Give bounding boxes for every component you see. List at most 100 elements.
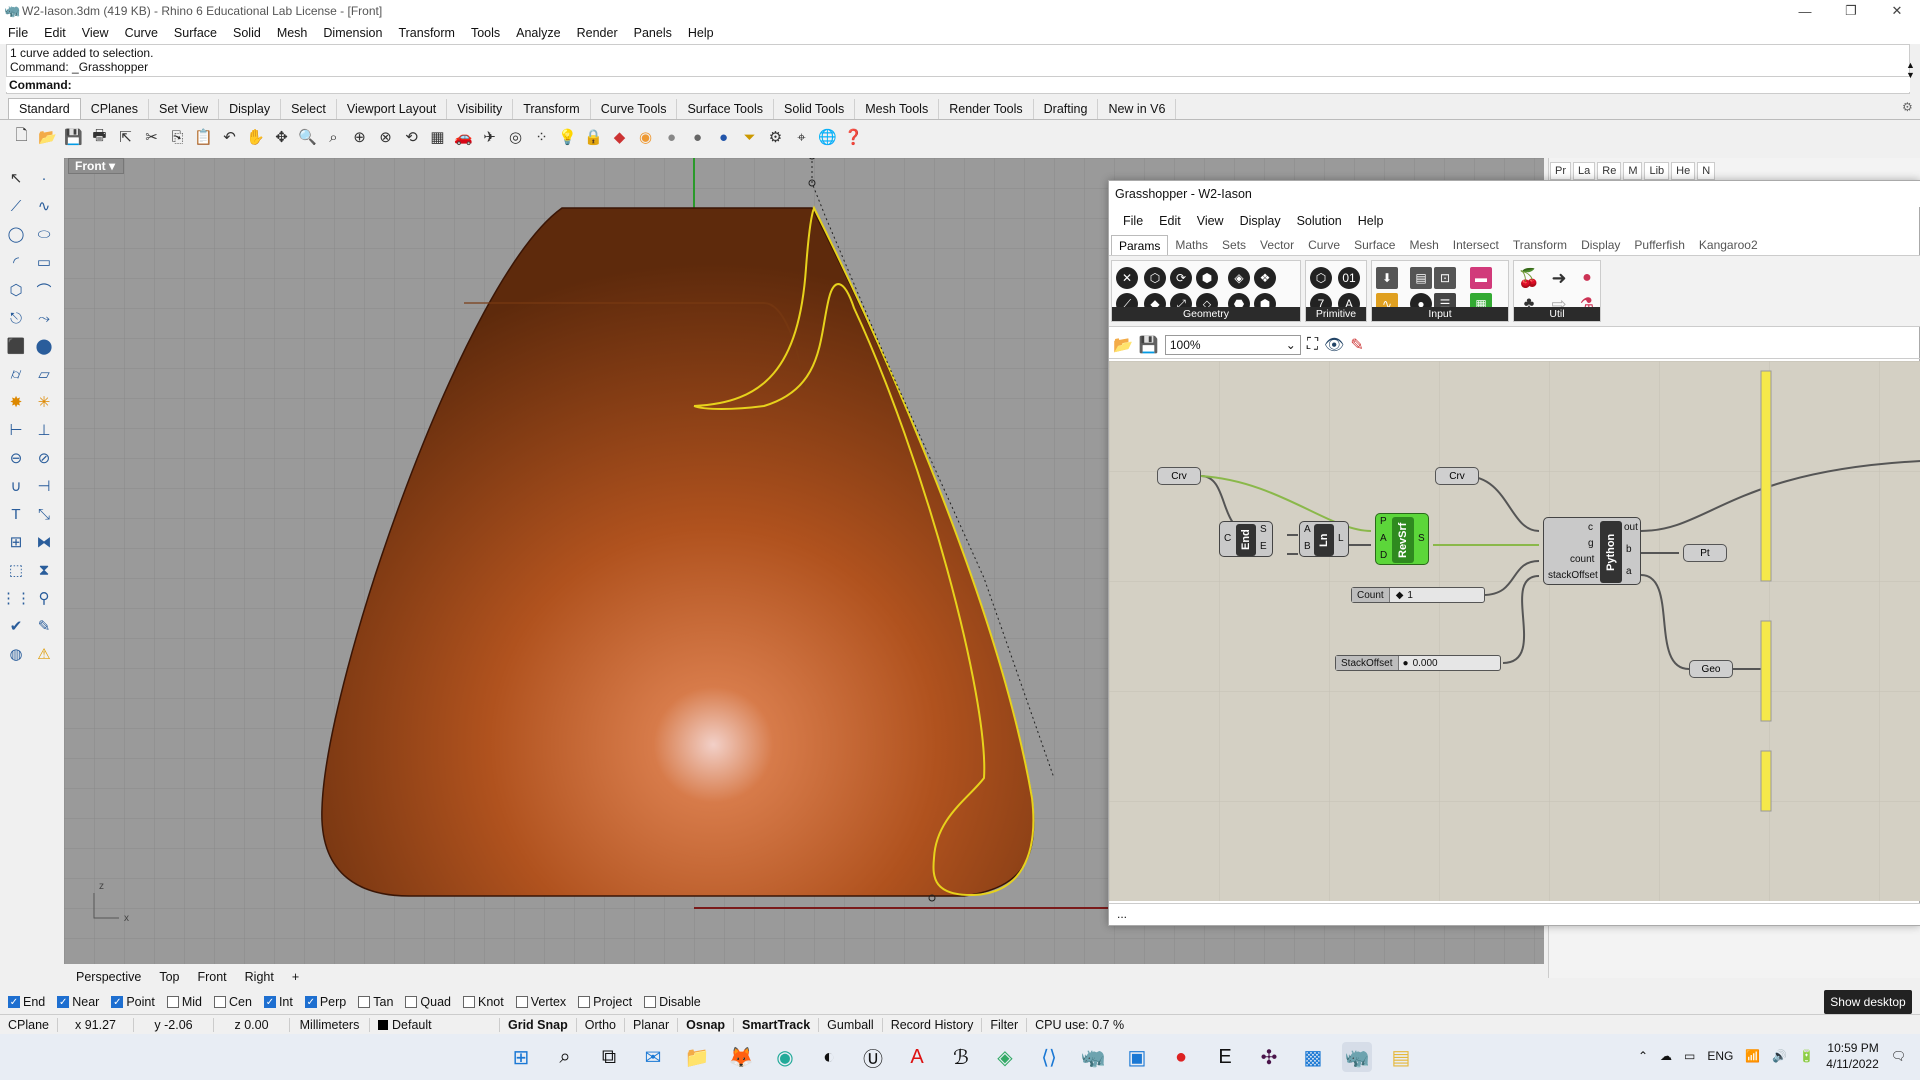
language-indicator[interactable]: ENG (1707, 1049, 1733, 1063)
history-icon[interactable]: ⧗ (30, 556, 58, 584)
crv-param-1[interactable]: Crv (1157, 467, 1201, 485)
toolbar-tab-surface-tools[interactable]: Surface Tools (677, 99, 774, 119)
toolbar-tab-new-in-v6[interactable]: New in V6 (1098, 99, 1177, 119)
panel-tab-m[interactable]: M (1623, 162, 1643, 180)
volume-icon[interactable]: 🔊 (1772, 1049, 1787, 1063)
extend-icon[interactable]: ⤳ (30, 304, 58, 332)
menu-item-transform[interactable]: Transform (390, 26, 463, 40)
status-units[interactable]: Millimeters (290, 1017, 370, 1032)
sphere-icon[interactable]: ⬤ (30, 332, 58, 360)
gh-tab-pufferfish[interactable]: Pufferfish (1627, 235, 1691, 255)
pan-icon[interactable]: ✋ (244, 126, 267, 149)
burst-icon[interactable]: ✸ (2, 388, 30, 416)
gh-tab-surface[interactable]: Surface (1347, 235, 1402, 255)
viewport-dropdown-icon[interactable]: ▾ (109, 159, 115, 173)
slider-grip-icon[interactable]: ◆ (1390, 590, 1404, 601)
car-icon[interactable]: 🚗 (452, 126, 475, 149)
grid-snap-toggle[interactable]: Grid Snap (500, 1017, 577, 1032)
add-viewport-tab[interactable]: + (284, 968, 307, 986)
osnap-checkbox[interactable]: ✓ (111, 996, 124, 1008)
yellow-panel-edge[interactable] (1760, 370, 1772, 582)
record-history-toggle[interactable]: Record History (883, 1017, 983, 1032)
zoom-icon[interactable]: 🔍 (296, 126, 319, 149)
osnap-point[interactable]: ✓ Point (111, 995, 155, 1009)
point-icon[interactable]: · (30, 164, 58, 192)
trim-icon[interactable]: ⊘ (30, 444, 58, 472)
gh-tab-params[interactable]: Params (1111, 235, 1169, 255)
fillet-icon[interactable]: ⌒ (30, 276, 58, 304)
curve-param-icon[interactable]: ⟳ (1170, 267, 1192, 289)
menu-item-analyze[interactable]: Analyze (508, 26, 568, 40)
point-param-icon[interactable]: ⬡ (1144, 267, 1166, 289)
settings-gear-icon[interactable]: ⚙ (1902, 100, 1913, 114)
blender-icon[interactable]: ℬ (946, 1042, 976, 1072)
open-file-icon[interactable]: 📂 (1113, 335, 1133, 355)
export-icon[interactable]: ⇱ (114, 126, 137, 149)
box-icon[interactable]: ⬛ (2, 332, 30, 360)
osnap-checkbox[interactable] (644, 996, 657, 1008)
gh-menu-view[interactable]: View (1189, 211, 1232, 233)
help-icon[interactable]: ❓ (842, 126, 865, 149)
osnap-checkbox[interactable]: ✓ (304, 996, 317, 1008)
status-cplane[interactable]: CPlane (0, 1017, 58, 1032)
open-icon[interactable]: 📂 (36, 126, 59, 149)
gh-menu-help[interactable]: Help (1350, 211, 1392, 233)
chrome-icon[interactable]: ◉ (770, 1042, 800, 1072)
toolbar-tab-set-view[interactable]: Set View (149, 99, 220, 119)
osnap-checkbox[interactable]: ✓ (8, 996, 20, 1008)
polygon-icon[interactable]: ⬡ (2, 276, 30, 304)
osnap-vertex[interactable]: Vertex (515, 995, 566, 1009)
zoom-selected-icon[interactable]: ⊗ (374, 126, 397, 149)
warning-icon[interactable]: ⚠ (30, 640, 58, 668)
preview-eye-icon[interactable]: 👁 (1324, 335, 1344, 355)
osnap-end[interactable]: ✓ End (8, 995, 45, 1009)
surface-param-icon[interactable]: ⬢ (1196, 267, 1218, 289)
dimension-icon[interactable]: ⊢ (2, 416, 30, 444)
undo-view-icon[interactable]: ⟲ (400, 126, 423, 149)
toolbar-tab-solid-tools[interactable]: Solid Tools (774, 99, 856, 119)
menu-item-mesh[interactable]: Mesh (269, 26, 316, 40)
save-file-icon[interactable]: 💾 (1139, 335, 1159, 355)
osnap-checkbox[interactable] (578, 996, 591, 1008)
menu-item-surface[interactable]: Surface (166, 26, 225, 40)
curve-icon[interactable]: ∿ (30, 192, 58, 220)
yellow-panel-edge[interactable] (1760, 750, 1772, 812)
python-component[interactable]: c g count stackOffset Python out b a (1543, 517, 1641, 585)
explode-icon[interactable]: ✳ (30, 388, 58, 416)
target-icon[interactable]: ◎ (504, 126, 527, 149)
gh-tab-sets[interactable]: Sets (1215, 235, 1253, 255)
draft-icon[interactable]: ✎ (30, 612, 58, 640)
measure-icon[interactable]: ⊥ (30, 416, 58, 444)
panel-tab-la[interactable]: La (1573, 162, 1596, 180)
array-icon[interactable]: ⊞ (2, 528, 30, 556)
toolbar-tab-render-tools[interactable]: Render Tools (939, 99, 1034, 119)
panel-tab-pr[interactable]: Pr (1550, 162, 1571, 180)
integer-param-icon[interactable]: 01 (1338, 267, 1360, 289)
slack-icon[interactable]: ✣ (1254, 1042, 1284, 1072)
check-icon[interactable]: ✔ (2, 612, 30, 640)
filter-icon[interactable]: ⏷ (738, 126, 761, 149)
shaded-sphere-icon[interactable]: ● (660, 126, 683, 149)
transform-icon[interactable]: ⤡ (30, 500, 58, 528)
gumball-toggle[interactable]: Gumball (819, 1017, 883, 1032)
panel-tab-lib[interactable]: Lib (1644, 162, 1670, 180)
gh-tab-kangaroo2[interactable]: Kangaroo2 (1692, 235, 1765, 255)
unreal-icon[interactable]: Ⓤ (858, 1042, 888, 1072)
crv-param-2[interactable]: Crv (1435, 467, 1479, 485)
arrow-right-icon[interactable]: ➜ (1548, 267, 1570, 289)
yellow-panel-edge[interactable] (1760, 620, 1772, 722)
cut-icon[interactable]: ✂ (140, 126, 163, 149)
viewport-tab-perspective[interactable]: Perspective (68, 968, 149, 986)
osnap-toggle[interactable]: Osnap (678, 1017, 735, 1032)
toolbar-tab-mesh-tools[interactable]: Mesh Tools (855, 99, 940, 119)
menu-item-dimension[interactable]: Dimension (315, 26, 390, 40)
menu-item-solid[interactable]: Solid (225, 26, 269, 40)
mesh-param-icon[interactable]: ◈ (1228, 267, 1250, 289)
osnap-near[interactable]: ✓ Near (57, 995, 99, 1009)
gh-tab-vector[interactable]: Vector (1253, 235, 1301, 255)
toolbar-tab-select[interactable]: Select (281, 99, 337, 119)
red-app-icon[interactable]: ● (1166, 1042, 1196, 1072)
viewport-label[interactable]: Front ▾ (68, 158, 124, 174)
block-icon[interactable]: ⬚ (2, 556, 30, 584)
new-icon[interactable]: 🗋 (10, 126, 33, 149)
